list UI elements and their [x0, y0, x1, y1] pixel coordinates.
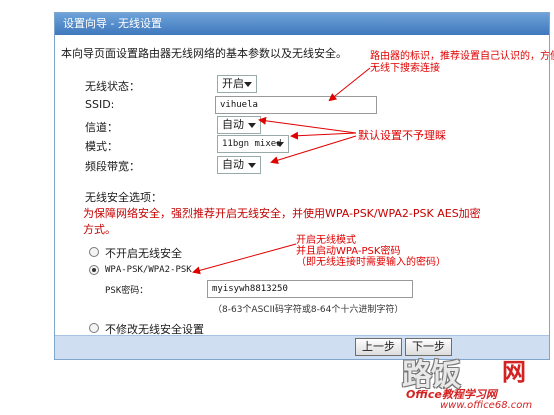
- bandwidth-select[interactable]: 自动: [217, 156, 261, 174]
- mode-value: 11bgn mixed: [222, 139, 282, 149]
- mode-label: 模式：: [85, 140, 118, 153]
- ssid-input[interactable]: vihuela: [215, 96, 377, 114]
- security-title: 无线安全选项：: [85, 191, 162, 204]
- bandwidth-label: 频段带宽：: [85, 160, 140, 173]
- wireless-status-value: 开启: [222, 77, 244, 90]
- security-off-label: 不开启无线安全: [105, 247, 182, 260]
- security-wpa-label: WPA-PSK/WPA2-PSK: [105, 265, 192, 275]
- channel-value: 自动: [222, 118, 244, 131]
- chevron-down-icon: [276, 142, 284, 147]
- mode-select[interactable]: 11bgn mixed: [217, 135, 289, 153]
- channel-select[interactable]: 自动: [217, 116, 261, 134]
- bandwidth-value: 自动: [222, 158, 244, 171]
- radio-security-keep[interactable]: [89, 323, 99, 333]
- chevron-down-icon: [248, 123, 256, 128]
- ssid-label: SSID:: [85, 98, 115, 111]
- watermark: 路饭 网 Office教程学习网 www.office68.com: [400, 350, 550, 412]
- chevron-down-icon: [248, 163, 256, 168]
- psk-label: PSK密码：: [105, 286, 149, 296]
- radio-security-wpa[interactable]: [89, 265, 99, 275]
- wireless-status-select[interactable]: 开启: [217, 75, 257, 93]
- window-title: 设置向导 - 无线设置: [55, 13, 549, 35]
- ssid-annotation-line2: 无线下搜索连接: [370, 63, 440, 74]
- prev-button[interactable]: 上一步: [355, 338, 402, 356]
- default-annotation: 默认设置不予理睬: [358, 129, 446, 142]
- watermark-badge: 网: [502, 358, 526, 386]
- wizard-body: 本向导页面设置路由器无线网络的基本参数以及无线安全。 无线状态： 开启 SSID…: [55, 35, 549, 336]
- psk-hint: （8-63个ASCII码字符或8-64个十六进制字符）: [213, 305, 404, 315]
- intro-text: 本向导页面设置路由器无线网络的基本参数以及无线安全。: [61, 47, 347, 60]
- wireless-status-label: 无线状态：: [85, 80, 140, 93]
- wizard-window: 设置向导 - 无线设置 本向导页面设置路由器无线网络的基本参数以及无线安全。 无…: [54, 12, 550, 360]
- wpa-annotation-line3: （即无线连接时需要输入的密码）: [296, 257, 446, 268]
- security-warning: 为保障网络安全，强烈推荐开启无线安全，并使用WPA-PSK/WPA2-PSK A…: [83, 207, 481, 236]
- chevron-down-icon: [244, 82, 252, 87]
- channel-label: 信道：: [85, 121, 118, 134]
- watermark-url: www.office68.com: [440, 400, 533, 411]
- psk-input[interactable]: myisywh8813250: [207, 280, 413, 298]
- radio-security-off[interactable]: [89, 247, 99, 257]
